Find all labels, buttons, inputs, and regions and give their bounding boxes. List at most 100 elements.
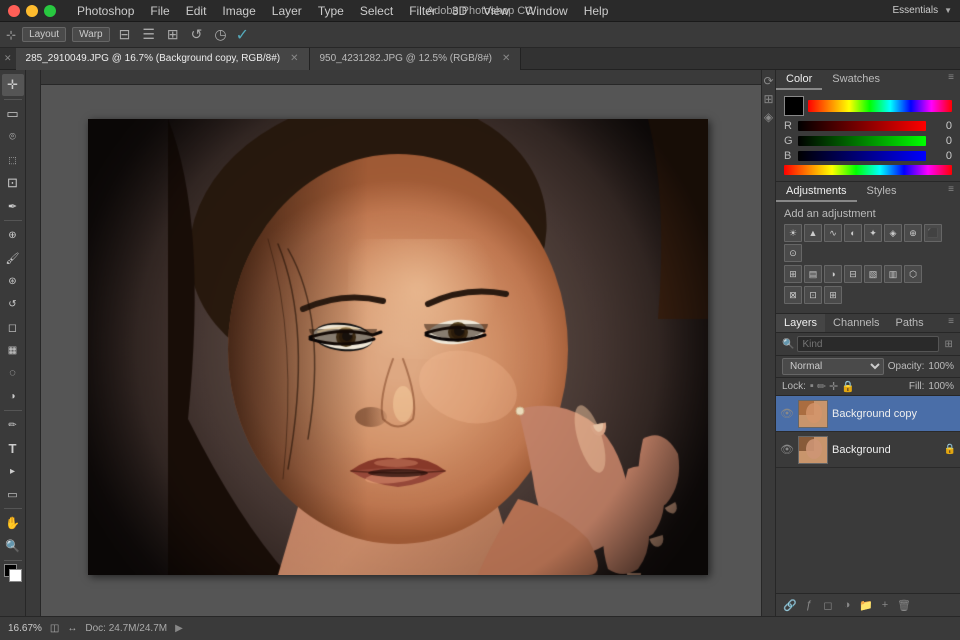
lasso-tool[interactable]: ⌾ (2, 126, 24, 148)
pen-tool[interactable]: ✏ (2, 414, 24, 436)
color-panel-collapse[interactable]: ≡ (942, 70, 960, 90)
lock-position-icon[interactable]: ✛ (829, 380, 838, 393)
add-mask-button[interactable]: ◻ (820, 597, 836, 613)
hue-bar[interactable] (784, 165, 952, 175)
minimize-button[interactable] (26, 5, 38, 17)
layer-item-background[interactable]: 👁 Background 🔒 (776, 432, 960, 468)
layer-item-background-copy[interactable]: 👁 Background copy (776, 396, 960, 432)
adj-icon-b[interactable]: ⊡ (804, 286, 822, 304)
b-value[interactable]: 0 (930, 150, 952, 162)
swatches-tab[interactable]: Swatches (822, 70, 890, 90)
rotate-view-icon[interactable]: ⟳ (763, 74, 773, 88)
move-tool[interactable]: ✛ (2, 74, 24, 96)
delete-layer-button[interactable]: 🗑 (896, 597, 912, 613)
background-color[interactable] (9, 569, 22, 582)
fill-value[interactable]: 100% (928, 381, 954, 392)
styles-tab[interactable]: Styles (857, 182, 907, 202)
grid-icon-1[interactable]: ⊟ (116, 26, 134, 43)
group-layers-button[interactable]: 📁 (858, 597, 874, 613)
eraser-tool[interactable]: ◻ (2, 316, 24, 338)
layers-tab[interactable]: Layers (776, 314, 825, 332)
menu-layer[interactable]: Layer (265, 2, 309, 20)
color-spectrum[interactable] (808, 100, 952, 112)
tab-2-close[interactable]: ✕ (502, 53, 510, 64)
menu-image[interactable]: Image (215, 2, 262, 20)
clock-icon[interactable]: ◷ (211, 26, 229, 43)
rotate-icon[interactable]: ↺ (188, 26, 206, 43)
canvas-image[interactable] (88, 119, 708, 575)
channel-mixer-icon[interactable]: ⊞ (784, 265, 802, 283)
layers-collapse[interactable]: ≡ (942, 314, 960, 332)
type-tool[interactable]: T (2, 437, 24, 459)
b-bar[interactable] (798, 151, 926, 161)
hand-tool[interactable]: ✋ (2, 512, 24, 534)
layers-opt-1[interactable]: ⊞ (942, 339, 954, 350)
hsl-icon[interactable]: ◈ (884, 224, 902, 242)
opacity-value[interactable]: 100% (928, 361, 954, 372)
menu-window[interactable]: Window (518, 2, 575, 20)
brightness-contrast-icon[interactable]: ☀ (784, 224, 802, 242)
adjustment-layer-button[interactable]: ◑ (839, 597, 855, 613)
close-button[interactable] (8, 5, 20, 17)
brush-tool[interactable]: 🖌 (2, 247, 24, 269)
confirm-button[interactable]: ✓ (236, 25, 249, 45)
color-lookup-icon[interactable]: ▤ (804, 265, 822, 283)
gradient-map-icon[interactable]: ▥ (884, 265, 902, 283)
history-brush-tool[interactable]: ↺ (2, 293, 24, 315)
menu-help[interactable]: Help (577, 2, 616, 20)
quick-select-tool[interactable]: ⬚ (2, 149, 24, 171)
blur-tool[interactable]: ◌ (2, 362, 24, 384)
r-bar[interactable] (798, 121, 926, 131)
exposure-icon[interactable]: ◐ (844, 224, 862, 242)
chevron-down-icon[interactable]: ▼ (944, 6, 952, 15)
zoom-level[interactable]: 16.67% (8, 623, 42, 634)
invert-icon[interactable]: ◑ (824, 265, 842, 283)
photo-filter-icon[interactable]: ⊙ (784, 244, 802, 262)
g-value[interactable]: 0 (930, 135, 952, 147)
status-arrow[interactable]: ▶ (175, 623, 183, 634)
color-tab[interactable]: Color (776, 70, 822, 90)
color-balance-icon[interactable]: ⊕ (904, 224, 922, 242)
adj-icon-c[interactable]: ⊞ (824, 286, 842, 304)
layer-visibility-2[interactable]: 👁 (780, 443, 794, 457)
side-icon-2[interactable]: ⊞ (763, 92, 773, 106)
menu-view[interactable]: View (476, 2, 516, 20)
zoom-tool[interactable]: 🔍 (2, 535, 24, 557)
layers-kind-input[interactable] (797, 336, 939, 352)
menu-3d[interactable]: 3D (445, 2, 474, 20)
eyedropper-tool[interactable]: ✒ (2, 195, 24, 217)
r-value[interactable]: 0 (930, 120, 952, 132)
lock-all-icon[interactable]: 🔒 (841, 380, 855, 393)
menu-photoshop[interactable]: Photoshop (70, 2, 141, 20)
path-select-tool[interactable]: ▸ (2, 460, 24, 482)
lock-image-icon[interactable]: ✏ (817, 380, 826, 393)
menu-select[interactable]: Select (353, 2, 400, 20)
clone-tool[interactable]: ⊛ (2, 270, 24, 292)
blend-mode-select[interactable]: Normal (782, 358, 884, 375)
posterize-icon[interactable]: ⊟ (844, 265, 862, 283)
layer-visibility-1[interactable]: 👁 (780, 407, 794, 421)
g-bar[interactable] (798, 136, 926, 146)
paths-tab[interactable]: Paths (888, 314, 932, 332)
gradient-tool[interactable]: ▦ (2, 339, 24, 361)
selective-color-icon[interactable]: ⬡ (904, 265, 922, 283)
lock-transparent-icon[interactable]: ▪ (810, 380, 814, 393)
menu-filter[interactable]: Filter (402, 2, 443, 20)
color-picker-swatch[interactable] (784, 96, 804, 116)
warp-button[interactable]: Warp (72, 27, 110, 42)
color-swatch[interactable] (4, 564, 22, 582)
tab-1[interactable]: 285_2910049.JPG @ 16.7% (Background copy… (16, 48, 310, 70)
vibrance-icon[interactable]: ✦ (864, 224, 882, 242)
add-style-button[interactable]: ƒ (801, 597, 817, 613)
healing-tool[interactable]: ⊕ (2, 224, 24, 246)
menu-file[interactable]: File (143, 2, 176, 20)
threshold-icon[interactable]: ▧ (864, 265, 882, 283)
link-layers-button[interactable]: 🔗 (782, 597, 798, 613)
curves-icon[interactable]: ∿ (824, 224, 842, 242)
grid-icon-3[interactable]: ⊞ (164, 26, 182, 43)
menu-type[interactable]: Type (311, 2, 351, 20)
menu-edit[interactable]: Edit (179, 2, 214, 20)
workspace-selector[interactable]: Essentials (893, 5, 939, 16)
side-icon-3[interactable]: ◈ (764, 110, 773, 124)
grid-icon-2[interactable]: ☰ (139, 26, 158, 43)
